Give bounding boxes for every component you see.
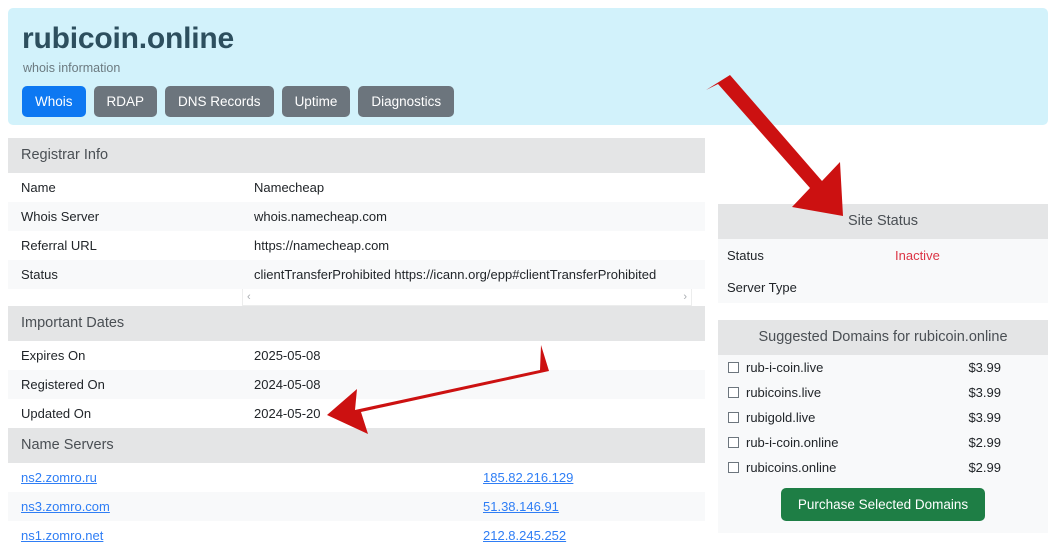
registrar-name-value: Namecheap xyxy=(254,180,325,195)
domain-checkbox[interactable] xyxy=(728,437,739,448)
name-servers-heading: Name Servers xyxy=(8,428,705,463)
status-badge: Inactive xyxy=(895,247,940,263)
expires-on-value: 2025-05-08 xyxy=(254,348,321,363)
updated-on-label: Updated On xyxy=(21,406,92,421)
tab-bar: Whois RDAP DNS Records Uptime Diagnostic… xyxy=(22,86,455,117)
nameserver-host-link[interactable]: ns2.zomro.ru xyxy=(21,470,97,485)
site-status-heading: Site Status xyxy=(718,204,1048,239)
registrar-status-value: clientTransferProhibited https://icann.o… xyxy=(254,267,657,282)
table-row: Expires On 2025-05-08 xyxy=(8,341,705,370)
domain-price: $3.99 xyxy=(968,360,1001,375)
domain-price: $2.99 xyxy=(968,435,1001,450)
registered-on-value: 2024-05-08 xyxy=(254,377,321,392)
domain-checkbox[interactable] xyxy=(728,412,739,423)
scroll-left-icon[interactable]: ‹ xyxy=(247,291,251,303)
list-item: rubicoins.live $3.99 xyxy=(718,380,1048,405)
nameserver-host-link[interactable]: ns3.zomro.com xyxy=(21,499,110,514)
nameserver-ip-link[interactable]: 51.38.146.91 xyxy=(483,499,559,514)
tab-rdap[interactable]: RDAP xyxy=(93,86,158,117)
registrar-info-heading: Registrar Info xyxy=(8,138,705,173)
domain-name: rub-i-coin.online xyxy=(746,435,839,450)
domain-price: $3.99 xyxy=(968,385,1001,400)
domain-name: rubicoins.online xyxy=(746,460,837,475)
table-row: Status clientTransferProhibited https://… xyxy=(8,260,705,289)
table-row: ns2.zomro.ru 185.82.216.129 xyxy=(8,463,705,492)
list-item: rub-i-coin.live $3.99 xyxy=(718,355,1048,380)
table-row: ns3.zomro.com 51.38.146.91 xyxy=(8,492,705,521)
horizontal-scrollbar[interactable]: ‹ › xyxy=(242,289,692,306)
table-row: Name Namecheap xyxy=(8,173,705,202)
domain-checkbox[interactable] xyxy=(728,387,739,398)
expires-on-label: Expires On xyxy=(21,348,86,363)
domain-name: rub-i-coin.live xyxy=(746,360,824,375)
whois-server-label: Whois Server xyxy=(21,209,100,224)
purchase-selected-domains-button[interactable]: Purchase Selected Domains xyxy=(780,488,986,521)
whois-server-value: whois.namecheap.com xyxy=(254,209,387,224)
registrar-status-label: Status xyxy=(21,267,58,282)
table-row: Whois Server whois.namecheap.com xyxy=(8,202,705,231)
list-item: rub-i-coin.online $2.99 xyxy=(718,430,1048,455)
referral-url-label: Referral URL xyxy=(21,238,97,253)
suggested-domains-heading: Suggested Domains for rubicoin.online xyxy=(718,320,1048,355)
domain-price: $2.99 xyxy=(968,460,1001,475)
table-row: Registered On 2024-05-08 xyxy=(8,370,705,399)
domain-checkbox[interactable] xyxy=(728,462,739,473)
tab-whois[interactable]: Whois xyxy=(22,86,86,117)
sidebar: Site Status Status Inactive Server Type … xyxy=(718,204,1048,550)
scroll-right-icon[interactable]: › xyxy=(683,291,687,303)
table-row: Server Type xyxy=(718,271,1048,303)
table-row: Updated On 2024-05-20 xyxy=(8,399,705,428)
table-row: Status Inactive xyxy=(718,239,1048,271)
server-type-label: Server Type xyxy=(727,279,797,295)
important-dates-heading: Important Dates xyxy=(8,306,705,341)
page-subtitle: whois information xyxy=(23,61,121,75)
referral-url-value: https://namecheap.com xyxy=(254,238,390,253)
list-item: rubigold.live $3.99 xyxy=(718,405,1048,430)
nameserver-ip-link[interactable]: 185.82.216.129 xyxy=(483,470,573,485)
table-row: Referral URL https://namecheap.com xyxy=(8,231,705,260)
page-header: rubicoin.online whois information Whois … xyxy=(8,8,1048,125)
updated-on-value: 2024-05-20 xyxy=(254,406,321,421)
site-status-card: Site Status Status Inactive Server Type xyxy=(718,204,1048,303)
domain-checkbox[interactable] xyxy=(728,362,739,373)
tab-dns-records[interactable]: DNS Records xyxy=(165,86,274,117)
nameserver-ip-link[interactable]: 212.8.245.252 xyxy=(483,528,566,543)
site-status-label: Status xyxy=(727,247,764,263)
domain-price: $3.99 xyxy=(968,410,1001,425)
domain-name: rubicoins.live xyxy=(746,385,822,400)
nameserver-host-link[interactable]: ns1.zomro.net xyxy=(21,528,103,543)
registered-on-label: Registered On xyxy=(21,377,105,392)
suggested-domains-card: Suggested Domains for rubicoin.online ru… xyxy=(718,320,1048,533)
tab-uptime[interactable]: Uptime xyxy=(281,86,351,117)
domain-name: rubigold.live xyxy=(746,410,816,425)
registrar-name-label: Name xyxy=(21,180,56,195)
page-title: rubicoin.online xyxy=(22,22,234,55)
whois-details-panel: Registrar Info Name Namecheap Whois Serv… xyxy=(8,138,705,550)
list-item: rubicoins.online $2.99 xyxy=(718,455,1048,480)
purchase-row: Purchase Selected Domains xyxy=(718,480,1048,533)
tab-diagnostics[interactable]: Diagnostics xyxy=(358,86,455,117)
table-row: ns1.zomro.net 212.8.245.252 xyxy=(8,521,705,550)
